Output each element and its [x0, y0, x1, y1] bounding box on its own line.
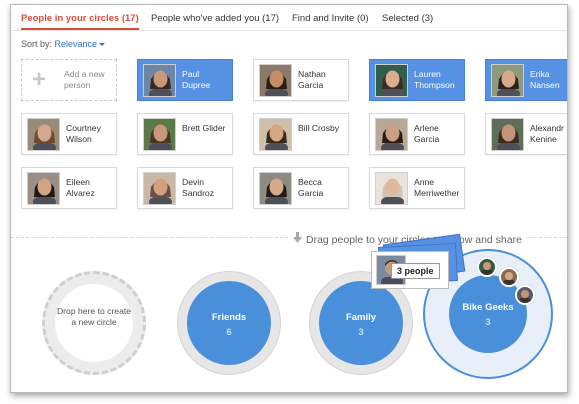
tab-selected[interactable]: Selected (3) — [382, 13, 433, 24]
person-name: Lauren Thompson — [414, 69, 455, 90]
circle-family-inner: Family 3 — [319, 281, 403, 365]
person-card[interactable]: Nathan Garcia — [253, 59, 349, 101]
person-card[interactable]: Eileen Alvarez — [21, 167, 117, 209]
person-card[interactable]: Courtney Wilson — [21, 113, 117, 155]
avatar — [27, 172, 60, 205]
person-card[interactable]: Lauren Thompson — [369, 59, 465, 101]
person-name: Arlene Garcia — [414, 123, 440, 144]
person-name: Nathan Garcia — [298, 69, 326, 90]
arrow-down-icon — [293, 232, 302, 246]
person-name: Becca Garcia — [298, 177, 324, 198]
avatar — [375, 118, 408, 151]
person-name: Devin Sandroz — [182, 177, 215, 198]
add-person-label: Add a new person — [64, 69, 105, 90]
circle-count: 3 — [485, 317, 491, 328]
circle-friends[interactable]: Friends 6 — [177, 271, 281, 375]
avatar — [491, 118, 524, 151]
tab-people-in-circles[interactable]: People in your circles (17) — [21, 13, 139, 30]
person-name: Alexandr Kenine — [530, 123, 564, 144]
avatar — [27, 118, 60, 151]
person-card[interactable]: Anne Merriwether — [369, 167, 465, 209]
avatar — [259, 118, 292, 151]
circle-bike-geeks-inner: Bike Geeks 3 — [449, 275, 527, 353]
drop-zone-label: Drop here to create a new circle — [56, 306, 132, 327]
member-avatar — [499, 267, 519, 287]
person-card[interactable]: Alexandr Kenine — [485, 113, 567, 155]
person-name: Brett Glider — [182, 123, 226, 133]
person-card[interactable]: Bill Crosby — [253, 113, 349, 155]
circle-count: 6 — [226, 327, 232, 338]
person-name: Courtney Wilson — [66, 123, 101, 144]
circle-friends-inner: Friends 6 — [187, 281, 271, 365]
person-name: Paul Dupree — [182, 69, 211, 90]
tab-bar: People in your circles (17) People who'v… — [11, 5, 567, 31]
circles-window: People in your circles (17) People who'v… — [10, 4, 568, 393]
person-card[interactable]: Brett Glider — [137, 113, 233, 155]
avatar — [143, 118, 176, 151]
plus-icon: + — [32, 66, 47, 93]
sort-control: Sort by: Relevance — [21, 39, 106, 49]
sort-value: Relevance — [54, 39, 98, 49]
person-card[interactable]: Becca Garcia — [253, 167, 349, 209]
member-avatar — [515, 285, 535, 305]
avatar — [491, 64, 524, 97]
circle-name: Friends — [211, 312, 247, 323]
sort-dropdown[interactable]: Relevance — [55, 39, 106, 49]
tab-people-who-added-you[interactable]: People who've added you (17) — [151, 13, 279, 24]
person-card[interactable]: Arlene Garcia — [369, 113, 465, 155]
screenshot-frame: People in your circles (17) People who'v… — [0, 0, 579, 404]
person-card[interactable]: Paul Dupree — [137, 59, 233, 101]
person-name: Erika Nansen — [530, 69, 560, 90]
avatar — [375, 172, 408, 205]
person-card[interactable]: Devin Sandroz — [137, 167, 233, 209]
sort-label: Sort by: — [21, 39, 53, 49]
person-name: Anne Merriwether — [414, 177, 460, 198]
new-circle-drop-zone[interactable]: Drop here to create a new circle — [42, 271, 146, 375]
avatar — [143, 64, 176, 97]
avatar — [259, 172, 292, 205]
drag-count-badge: 3 people — [391, 263, 440, 279]
add-person-card[interactable]: + Add a new person — [21, 59, 117, 101]
person-card[interactable]: Erika Nansen — [485, 59, 567, 101]
avatar — [143, 172, 176, 205]
circle-count: 3 — [358, 327, 364, 338]
person-name: Bill Crosby — [298, 123, 340, 133]
drop-zone-inner: Drop here to create a new circle — [55, 284, 133, 362]
tab-find-and-invite[interactable]: Find and Invite (0) — [292, 13, 369, 24]
person-name: Eileen Alvarez — [66, 177, 95, 198]
circle-name: Family — [345, 312, 377, 323]
circle-name: Bike Geeks — [462, 302, 514, 313]
member-avatar — [477, 257, 497, 277]
chevron-down-icon — [99, 43, 106, 47]
avatar — [259, 64, 292, 97]
avatar — [375, 64, 408, 97]
